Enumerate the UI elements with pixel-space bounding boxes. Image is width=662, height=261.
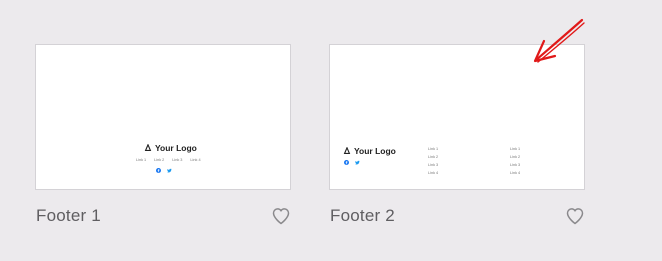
footer-2-logo: Your Logo (343, 146, 396, 156)
footer-2-links-column-1: Link 1 Link 2 Link 3 Link 4 (428, 145, 438, 177)
footer-2-col1-link-2: Link 2 (428, 155, 439, 159)
footer-1-link-1: Link 1 (136, 158, 147, 162)
footer-1-logo: Your Logo (144, 143, 197, 153)
annotation-arrow-icon (533, 18, 585, 63)
footer-2-col1-link-3: Link 3 (428, 163, 439, 167)
footer-2-preview-card[interactable]: Your Logo Link 1 Link 2 Link 3 Link 4 Li… (329, 44, 585, 190)
footer-1-links: Link 1 Link 2 Link 3 Link 4 (136, 158, 201, 162)
footer-2-col2-link-1: Link 1 (510, 147, 521, 151)
facebook-icon (156, 168, 161, 173)
footer-2-social-icons (344, 160, 360, 165)
footer-1-link-4: Link 4 (190, 158, 201, 162)
footer-1-logo-text: Your Logo (155, 143, 197, 153)
footer-2-col2-link-4: Link 4 (510, 171, 521, 175)
footer-2-col1-link-4: Link 4 (428, 171, 439, 175)
facebook-icon (344, 160, 349, 165)
footer-2-links-column-2: Link 1 Link 2 Link 3 Link 4 (510, 145, 520, 177)
footer-2-col1-link-1: Link 1 (428, 147, 439, 151)
footer-2-logo-text: Your Logo (354, 146, 396, 156)
heart-outline-icon[interactable] (271, 206, 291, 226)
twitter-icon (355, 160, 360, 165)
logo-icon (144, 144, 152, 151)
heart-outline-icon[interactable] (565, 206, 585, 226)
footer-2-title[interactable]: Footer 2 (330, 206, 395, 226)
footer-1-link-2: Link 2 (154, 158, 165, 162)
footer-2-col2-link-2: Link 2 (510, 155, 521, 159)
footer-1-title[interactable]: Footer 1 (36, 206, 101, 226)
logo-icon (343, 147, 351, 154)
footer-2-col2-link-3: Link 3 (510, 163, 521, 167)
footer-1-social-icons (156, 168, 172, 173)
footer-1-preview-card[interactable]: Your Logo Link 1 Link 2 Link 3 Link 4 (35, 44, 291, 190)
twitter-icon (167, 168, 172, 173)
footer-1-link-3: Link 3 (172, 158, 183, 162)
